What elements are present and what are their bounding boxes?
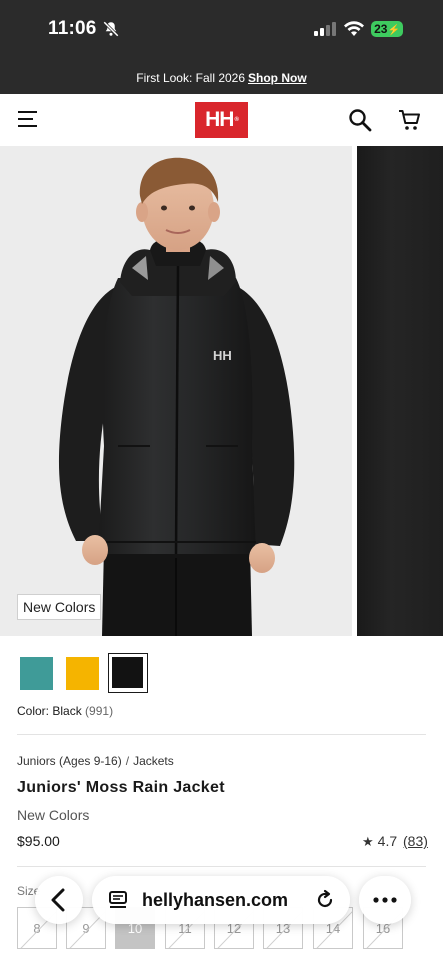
wifi-icon <box>344 21 364 36</box>
product-photo[interactable]: HH New Colors <box>0 146 352 636</box>
breadcrumb-separator: / <box>125 754 130 768</box>
product-title: Juniors' Moss Rain Jacket <box>17 779 225 796</box>
trademark-mark: ® <box>234 117 239 123</box>
star-icon: ★ <box>362 834 374 849</box>
review-count-link[interactable]: (83) <box>403 833 428 849</box>
breadcrumb: Juniors (Ages 9-16) / Jackets <box>17 754 174 768</box>
selected-color: Color: Black (991) <box>17 704 113 718</box>
charging-bolt-icon: ⚡ <box>387 25 400 36</box>
color-value: Black <box>52 704 82 718</box>
battery-level: 23 <box>374 22 388 36</box>
site-header: HH® <box>0 94 443 146</box>
shop-now-link[interactable]: Shop Now <box>248 71 307 85</box>
browser-more-button[interactable] <box>359 876 411 924</box>
product-subtitle: New Colors <box>17 807 90 823</box>
hamburger-menu-icon[interactable] <box>18 110 38 128</box>
swatch-teal[interactable] <box>20 657 53 690</box>
cellular-signal-icon <box>314 22 336 36</box>
search-icon[interactable] <box>348 108 372 132</box>
product-rating[interactable]: ★ 4.7 (83) <box>362 833 428 850</box>
shopping-cart-icon[interactable] <box>398 108 422 132</box>
jacket-logo-text: HH <box>213 348 232 363</box>
swatch-yellow[interactable] <box>66 657 99 690</box>
chevron-left-icon <box>51 888 65 912</box>
breadcrumb-category-link[interactable]: Juniors (Ages 9-16) <box>17 754 122 768</box>
divider <box>17 734 426 735</box>
more-options-icon <box>373 897 397 903</box>
url-text: hellyhansen.com <box>142 890 289 910</box>
helly-hansen-logo[interactable]: HH® <box>195 102 248 138</box>
divider <box>17 866 426 867</box>
breadcrumb-subcategory-link[interactable]: Jackets <box>133 754 174 768</box>
rating-value: 4.7 <box>377 833 398 849</box>
promo-text: First Look: Fall 2026 <box>136 71 246 85</box>
bell-slash-icon <box>103 21 119 37</box>
color-label: Color: <box>17 704 50 718</box>
browser-back-button[interactable] <box>35 876 83 924</box>
product-gallery[interactable]: HH New Colors <box>0 146 443 636</box>
boy-in-rain-jacket-illustration: HH <box>58 157 295 636</box>
promo-bar: First Look: Fall 2026 Shop Now <box>0 62 443 94</box>
reader-mode-icon[interactable] <box>108 890 128 910</box>
color-code: (991) <box>85 704 114 718</box>
logo-text: HH <box>205 108 234 131</box>
new-colors-badge: New Colors <box>17 594 102 620</box>
next-product-photo[interactable] <box>357 146 443 636</box>
product-price: $95.00 <box>17 833 60 849</box>
reload-icon[interactable] <box>314 889 336 911</box>
browser-address-bar[interactable]: hellyhansen.com <box>92 876 350 924</box>
status-bar: 11:06 23⚡ <box>0 0 443 62</box>
battery-indicator: 23⚡ <box>371 21 403 37</box>
swatch-black-fill <box>112 657 143 688</box>
status-time: 11:06 <box>48 18 97 39</box>
swatch-black-selected[interactable] <box>108 653 148 693</box>
